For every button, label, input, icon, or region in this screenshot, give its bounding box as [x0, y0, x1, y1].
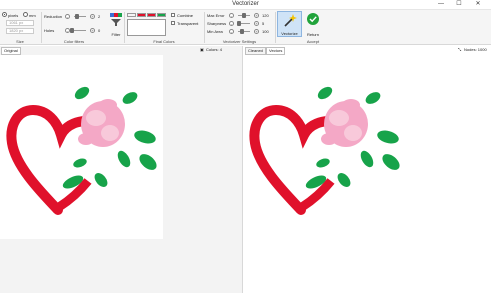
unit-pixels-label: pixels: [8, 13, 19, 18]
leaf: [316, 158, 330, 168]
title-bar: Vectorizer — ☐ ✕: [0, 0, 491, 10]
leaf: [365, 92, 381, 104]
colors-count-label: Colors: 4: [206, 47, 223, 52]
rose-petal: [329, 110, 349, 126]
min-area-value: 100: [262, 29, 269, 34]
leaf: [139, 154, 157, 170]
max-error-label: Max Error: [207, 13, 225, 18]
vectorizer-settings-group: Max Error - + 120 Sharpness - + 5 Min Ar…: [205, 10, 274, 45]
holes-value: 0: [98, 28, 101, 33]
combine-label: Combine: [177, 13, 194, 18]
leaf: [73, 158, 87, 168]
unit-pixels-radio[interactable]: [2, 12, 7, 17]
leaf: [377, 130, 399, 144]
unit-mm-radio[interactable]: [23, 12, 28, 17]
combine-checkbox[interactable]: [171, 13, 175, 17]
leaf: [317, 86, 333, 100]
rose-heart-vector-image: [249, 86, 400, 215]
holes-increase-button[interactable]: +: [90, 28, 95, 33]
height-field[interactable]: 1820 px: [6, 28, 34, 34]
leaf: [360, 150, 374, 168]
vectors-pane: Cleaned Vectors ⤡ Nodes: 1000: [243, 46, 491, 293]
unit-mm-label: mm: [29, 13, 36, 18]
transparent-label: Transparent: [177, 21, 199, 26]
final-colors-group-label: Final Colors: [153, 39, 175, 44]
rose-petal: [321, 133, 337, 145]
vectorize-button[interactable]: Vectorize: [277, 11, 302, 37]
rose-petal: [86, 110, 106, 126]
close-button[interactable]: ✕: [471, 0, 485, 9]
check-circle-icon: [307, 13, 319, 25]
sharpness-value: 5: [262, 21, 265, 26]
leaf: [117, 150, 131, 168]
minimize-button[interactable]: —: [434, 0, 448, 9]
ribbon-separator: [275, 12, 276, 43]
nodes-icon: ⤡: [458, 47, 462, 52]
original-image[interactable]: [0, 55, 163, 239]
leaf: [134, 130, 156, 144]
max-error-slider[interactable]: [233, 13, 255, 18]
rose-petal: [101, 125, 119, 141]
accept-group: Return Accept: [303, 10, 323, 45]
min-area-label: Min Area: [207, 29, 223, 34]
original-pane: Original ▣ Colors: 4: [0, 46, 243, 293]
return-button[interactable]: Return: [303, 11, 323, 37]
sharpness-label: Sharpness: [207, 21, 227, 26]
color-preview-area: [127, 19, 166, 36]
size-group: pixels mm 1061 px 1820 px Size: [0, 10, 40, 45]
holes-label: Holes: [44, 28, 55, 33]
reduction-slider[interactable]: [69, 14, 91, 19]
filter-button[interactable]: Filter: [108, 11, 124, 37]
rose-heart-original-image: [6, 86, 157, 215]
rose-petal: [78, 133, 94, 145]
transparent-checkbox[interactable]: [171, 21, 175, 25]
leaf: [122, 92, 138, 104]
sharpness-slider[interactable]: [233, 21, 255, 26]
palette-icon: ▣: [200, 47, 204, 52]
filter-label: Filter: [111, 32, 121, 37]
reduction-value: 2: [98, 14, 101, 19]
rose-petal: [99, 99, 117, 111]
size-group-label: Size: [16, 39, 24, 44]
return-label: Return: [306, 32, 319, 37]
color-filters-group-label: Color filters: [63, 39, 85, 44]
color-swatch-red-2[interactable]: [147, 13, 156, 17]
filter-icon: [110, 13, 122, 26]
leaf: [382, 154, 400, 170]
tab-vectors[interactable]: Vectors: [266, 47, 286, 55]
color-swatch-white[interactable]: [127, 13, 136, 17]
window-title: Vectorizer: [232, 1, 259, 7]
color-swatch-green[interactable]: [157, 13, 166, 17]
color-filters-group: Reduction - + 2 Holes - + 0 Color filter…: [42, 10, 106, 45]
leaf: [337, 173, 351, 187]
vectorize-label: Vectorize: [281, 31, 298, 36]
width-field[interactable]: 1061 px: [6, 20, 34, 26]
nodes-count-label: Nodes: 1000: [464, 47, 487, 52]
vector-preview[interactable]: [243, 55, 491, 239]
min-area-increase-button[interactable]: +: [254, 29, 259, 34]
maximize-button[interactable]: ☐: [452, 0, 466, 9]
sharpness-increase-button[interactable]: +: [254, 21, 259, 26]
max-error-increase-button[interactable]: +: [254, 13, 259, 18]
vectorizer-settings-group-label: Vectorizer Settings: [222, 39, 257, 44]
reduction-increase-button[interactable]: +: [90, 14, 95, 19]
final-colors-group: Combine Transparent Final Colors: [125, 10, 203, 45]
holes-slider[interactable]: [69, 28, 91, 33]
leaf: [74, 86, 90, 100]
tab-cleaned[interactable]: Cleaned: [245, 47, 266, 55]
min-area-slider[interactable]: [233, 29, 255, 34]
accept-group-label: Accept: [306, 39, 320, 44]
rose-petal: [344, 125, 362, 141]
max-error-value: 120: [262, 13, 269, 18]
color-swatch-red[interactable]: [137, 13, 146, 17]
tab-original[interactable]: Original: [1, 47, 21, 55]
ribbon-toolbar: pixels mm 1061 px 1820 px Size Reduction…: [0, 10, 491, 45]
magic-wand-icon: [284, 14, 297, 27]
rose-petal: [342, 99, 360, 111]
leaf: [94, 173, 108, 187]
reduction-label: Reduction: [44, 14, 63, 19]
